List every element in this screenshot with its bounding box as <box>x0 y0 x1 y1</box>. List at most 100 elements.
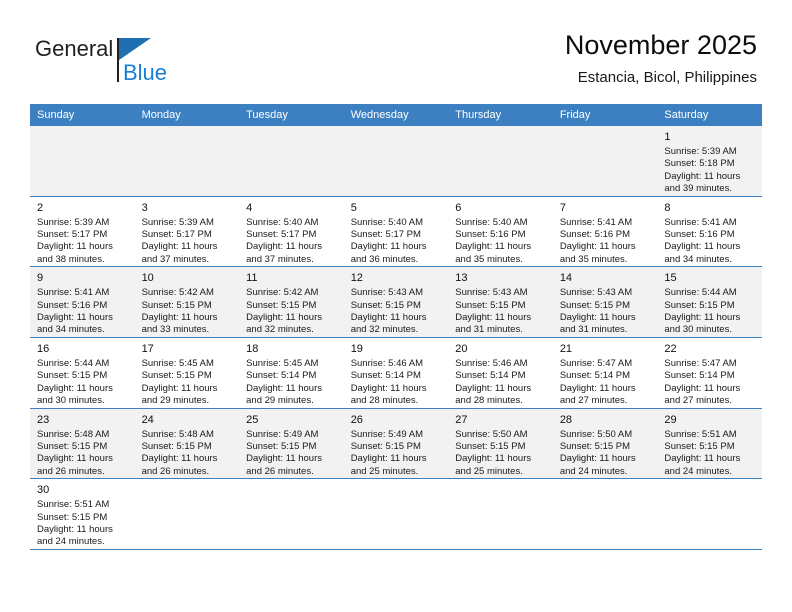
calendar-cell-content: 12 Sunrise: 5:43 AM Sunset: 5:15 PM Dayligh… <box>344 267 449 337</box>
day-number: 25 <box>246 413 259 426</box>
calendar-page: General Blue November 2025 Estancia, Bic… <box>0 0 792 612</box>
calendar-day-cell[interactable]: 17 Sunrise: 5:45 AM Sunset: 5:15 PM Dayligh… <box>134 337 240 409</box>
calendar-cell-content: 19 Sunrise: 5:46 AM Sunset: 5:14 PM Dayligh… <box>344 338 449 408</box>
sunset-text: Sunset: 5:16 PM <box>37 299 108 311</box>
calendar-day-cell[interactable]: 3 Sunrise: 5:39 AM Sunset: 5:17 PM Daylight… <box>134 196 240 268</box>
calendar-day-cell[interactable]: 23 Sunrise: 5:48 AM Sunset: 5:15 PM Dayligh… <box>30 408 135 480</box>
daylight-text-line2: and 32 minutes. <box>246 324 314 336</box>
day-sun-info: Sunrise: 5:43 AM Sunset: 5:15 PM Daylight:… <box>560 287 652 337</box>
daylight-text-line1: Daylight: 11 hours <box>350 241 427 253</box>
sunset-text: Sunset: 5:15 PM <box>664 299 735 311</box>
calendar-day-cell[interactable]: 28 Sunrise: 5:50 AM Sunset: 5:15 PM Dayligh… <box>552 408 658 480</box>
calendar-cell-empty <box>552 478 658 550</box>
sunset-text: Sunset: 5:15 PM <box>664 440 735 452</box>
daylight-text-line2: and 25 minutes. <box>350 465 419 477</box>
daylight-text-line1: Daylight: 11 hours <box>559 382 636 394</box>
calendar-cell-content: 18 Sunrise: 5:45 AM Sunset: 5:14 PM Dayligh… <box>239 338 344 408</box>
calendar-day-cell[interactable]: 1 Sunrise: 5:39 AM Sunset: 5:18 PM Daylight… <box>657 126 762 197</box>
calendar-body: 1 Sunrise: 5:39 AM Sunset: 5:18 PM Daylight… <box>30 126 762 550</box>
calendar-day-cell[interactable]: 6 Sunrise: 5:40 AM Sunset: 5:16 PM Daylight… <box>448 196 553 268</box>
calendar-day-cell[interactable]: 27 Sunrise: 5:50 AM Sunset: 5:15 PM Dayligh… <box>448 408 553 480</box>
daylight-text-line2: and 24 minutes. <box>37 536 105 548</box>
calendar-cell-content: 17 Sunrise: 5:45 AM Sunset: 5:15 PM Dayligh… <box>135 338 240 408</box>
sunrise-text: Sunrise: 5:39 AM <box>141 216 214 228</box>
calendar-cell-content: 22 Sunrise: 5:47 AM Sunset: 5:14 PM Dayligh… <box>657 338 762 408</box>
daylight-text-line2: and 35 minutes. <box>455 253 523 265</box>
day-sun-info: Sunrise: 5:41 AM Sunset: 5:16 PM Daylight:… <box>37 287 129 337</box>
sunset-text: Sunset: 5:14 PM <box>559 370 631 382</box>
calendar-day-cell[interactable]: 29 Sunrise: 5:51 AM Sunset: 5:15 PM Dayligh… <box>657 408 762 480</box>
weekday-header-saturday: Saturday <box>657 104 762 126</box>
daylight-text-line1: Daylight: 11 hours <box>455 241 532 253</box>
calendar-day-cell[interactable]: 15 Sunrise: 5:44 AM Sunset: 5:15 PM Dayligh… <box>657 266 762 338</box>
calendar-day-cell[interactable]: 22 Sunrise: 5:47 AM Sunset: 5:14 PM Dayligh… <box>657 337 762 409</box>
daylight-text-line2: and 36 minutes. <box>350 253 419 265</box>
calendar-cell-content: 9 Sunrise: 5:41 AM Sunset: 5:16 PM Daylight… <box>30 267 135 337</box>
day-sun-info: Sunrise: 5:48 AM Sunset: 5:15 PM Daylight:… <box>37 429 129 479</box>
daylight-text-line2: and 26 minutes. <box>246 465 314 477</box>
day-sun-info: Sunrise: 5:41 AM Sunset: 5:16 PM Daylight:… <box>664 217 756 267</box>
daylight-text-line2: and 30 minutes. <box>664 324 732 336</box>
daylight-text-line1: Daylight: 11 hours <box>350 453 427 465</box>
calendar-day-cell[interactable]: 2 Sunrise: 5:39 AM Sunset: 5:17 PM Daylight… <box>30 196 135 268</box>
calendar-day-cell[interactable]: 7 Sunrise: 5:41 AM Sunset: 5:16 PM Daylight… <box>552 196 658 268</box>
calendar-day-cell[interactable]: 24 Sunrise: 5:48 AM Sunset: 5:15 PM Dayligh… <box>134 408 240 480</box>
day-sun-info: Sunrise: 5:50 AM Sunset: 5:15 PM Daylight:… <box>560 429 652 479</box>
calendar-day-cell[interactable]: 30 Sunrise: 5:51 AM Sunset: 5:15 PM Dayligh… <box>30 478 135 550</box>
daylight-text-line1: Daylight: 11 hours <box>37 312 113 324</box>
daylight-text-line1: Daylight: 11 hours <box>37 523 113 535</box>
daylight-text-line2: and 29 minutes. <box>141 395 210 407</box>
calendar-day-cell[interactable]: 10 Sunrise: 5:42 AM Sunset: 5:15 PM Dayligh… <box>134 266 240 338</box>
calendar-cell-content: 25 Sunrise: 5:49 AM Sunset: 5:15 PM Dayligh… <box>239 409 344 479</box>
sunrise-text: Sunrise: 5:47 AM <box>664 357 737 369</box>
sunrise-text: Sunrise: 5:45 AM <box>246 357 319 369</box>
calendar-day-cell[interactable]: 18 Sunrise: 5:45 AM Sunset: 5:14 PM Dayligh… <box>239 337 344 409</box>
calendar-day-cell[interactable]: 9 Sunrise: 5:41 AM Sunset: 5:16 PM Daylight… <box>30 266 135 338</box>
sunrise-text: Sunrise: 5:51 AM <box>664 428 737 440</box>
sunrise-text: Sunrise: 5:46 AM <box>455 357 528 369</box>
calendar-day-cell[interactable]: 21 Sunrise: 5:47 AM Sunset: 5:14 PM Dayligh… <box>552 337 658 409</box>
sunrise-text: Sunrise: 5:41 AM <box>37 287 110 299</box>
calendar-cell-content: 21 Sunrise: 5:47 AM Sunset: 5:14 PM Dayligh… <box>553 338 658 408</box>
calendar-day-cell[interactable]: 26 Sunrise: 5:49 AM Sunset: 5:15 PM Dayligh… <box>343 408 449 480</box>
calendar-day-cell[interactable]: 12 Sunrise: 5:43 AM Sunset: 5:15 PM Dayligh… <box>343 266 449 338</box>
calendar-cell-content: 7 Sunrise: 5:41 AM Sunset: 5:16 PM Daylight… <box>553 197 658 267</box>
general-blue-logo[interactable]: General Blue <box>35 36 215 92</box>
day-number: 10 <box>141 272 154 285</box>
day-sun-info: Sunrise: 5:47 AM Sunset: 5:14 PM Daylight:… <box>664 358 756 408</box>
sunrise-text: Sunrise: 5:41 AM <box>664 216 737 228</box>
calendar-day-cell[interactable]: 13 Sunrise: 5:43 AM Sunset: 5:15 PM Dayligh… <box>448 266 553 338</box>
day-sun-info: Sunrise: 5:42 AM Sunset: 5:15 PM Daylight:… <box>142 287 234 337</box>
calendar-cell-content: 24 Sunrise: 5:48 AM Sunset: 5:15 PM Dayligh… <box>135 409 240 479</box>
sunset-text: Sunset: 5:15 PM <box>246 440 317 452</box>
daylight-text-line1: Daylight: 11 hours <box>246 382 322 394</box>
daylight-text-line2: and 37 minutes. <box>246 253 314 265</box>
calendar-day-cell[interactable]: 25 Sunrise: 5:49 AM Sunset: 5:15 PM Dayligh… <box>239 408 344 480</box>
calendar-day-cell[interactable]: 8 Sunrise: 5:41 AM Sunset: 5:16 PM Daylight… <box>657 196 762 268</box>
calendar-cell-content: 15 Sunrise: 5:44 AM Sunset: 5:15 PM Dayligh… <box>657 267 762 337</box>
calendar-cell-empty <box>343 478 449 550</box>
calendar-day-cell[interactable]: 20 Sunrise: 5:46 AM Sunset: 5:14 PM Dayligh… <box>448 337 553 409</box>
day-number: 3 <box>141 201 148 214</box>
calendar-day-cell[interactable]: 19 Sunrise: 5:46 AM Sunset: 5:14 PM Dayligh… <box>343 337 449 409</box>
calendar-day-cell[interactable]: 5 Sunrise: 5:40 AM Sunset: 5:17 PM Daylight… <box>343 196 449 268</box>
calendar-day-cell[interactable]: 11 Sunrise: 5:42 AM Sunset: 5:15 PM Dayligh… <box>239 266 344 338</box>
day-number: 14 <box>559 272 573 285</box>
sunset-text: Sunset: 5:15 PM <box>141 440 212 452</box>
calendar-day-cell[interactable]: 4 Sunrise: 5:40 AM Sunset: 5:17 PM Daylight… <box>239 196 344 268</box>
logo-text-blue: Blue <box>123 60 168 85</box>
day-sun-info: Sunrise: 5:39 AM Sunset: 5:18 PM Daylight:… <box>664 146 756 196</box>
day-number: 21 <box>559 342 573 355</box>
sunset-text: Sunset: 5:15 PM <box>559 299 631 311</box>
calendar-day-cell[interactable]: 16 Sunrise: 5:44 AM Sunset: 5:15 PM Dayligh… <box>30 337 135 409</box>
calendar-cell-empty <box>448 478 553 550</box>
daylight-text-line1: Daylight: 11 hours <box>350 382 427 394</box>
daylight-text-line1: Daylight: 11 hours <box>559 241 636 253</box>
day-number: 9 <box>37 272 44 285</box>
calendar-week-row: 23 Sunrise: 5:48 AM Sunset: 5:15 PM Dayligh… <box>30 408 762 480</box>
calendar-cell-empty <box>239 126 344 197</box>
calendar-day-cell[interactable]: 14 Sunrise: 5:43 AM Sunset: 5:15 PM Dayligh… <box>552 266 658 338</box>
page-subtitle: Estancia, Bicol, Philippines <box>577 69 757 86</box>
day-sun-info: Sunrise: 5:45 AM Sunset: 5:14 PM Daylight:… <box>246 358 338 408</box>
sunrise-text: Sunrise: 5:49 AM <box>350 428 424 440</box>
